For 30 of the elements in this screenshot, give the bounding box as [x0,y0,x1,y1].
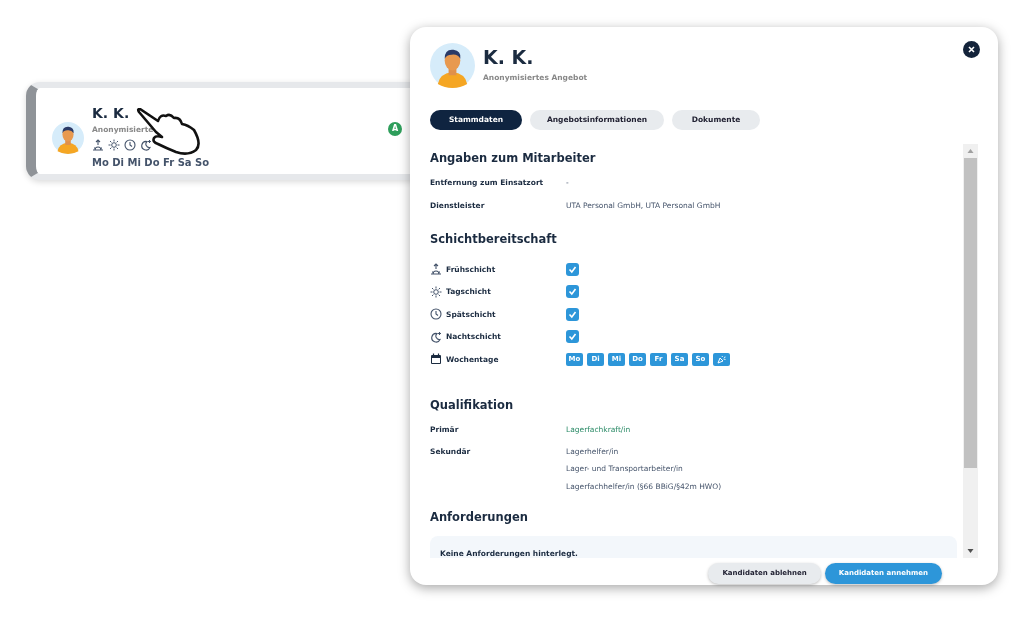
checkbox[interactable] [566,262,579,276]
checkmark-icon [568,309,577,319]
avatar-icon [430,43,475,88]
sunrise-icon [430,263,442,276]
candidate-name: K. K. [92,106,131,120]
weekdays-text: Mo Di Mi Do Fr Sa So [92,156,210,171]
calendar-icon [430,353,442,366]
candidate-name: K. K. [483,47,535,69]
checkmark-icon [568,264,577,274]
avatar-icon [52,122,84,155]
moon-icon [430,330,442,343]
party-popper-icon [717,354,726,364]
section-heading: Anforderungen [430,508,529,526]
clock-icon [430,308,442,321]
sun-icon [108,139,120,152]
checkbox[interactable] [566,330,579,344]
checkbox[interactable] [566,307,579,321]
section-heading: Schichtbereitschaft [430,230,558,248]
close-icon [968,46,975,53]
checkbox[interactable] [566,285,579,299]
checkmark-icon [568,332,577,342]
close-button[interactable] [963,41,980,58]
clock-icon [124,139,136,152]
moon-icon [140,139,152,152]
sunrise-icon [92,139,104,152]
sun-icon [430,285,442,298]
checkmark-icon [568,287,577,297]
section-heading: Qualifikation [430,396,515,414]
section-heading: Angaben zum Mitarbeiter [430,150,597,167]
party-popper-chip[interactable] [713,352,730,366]
